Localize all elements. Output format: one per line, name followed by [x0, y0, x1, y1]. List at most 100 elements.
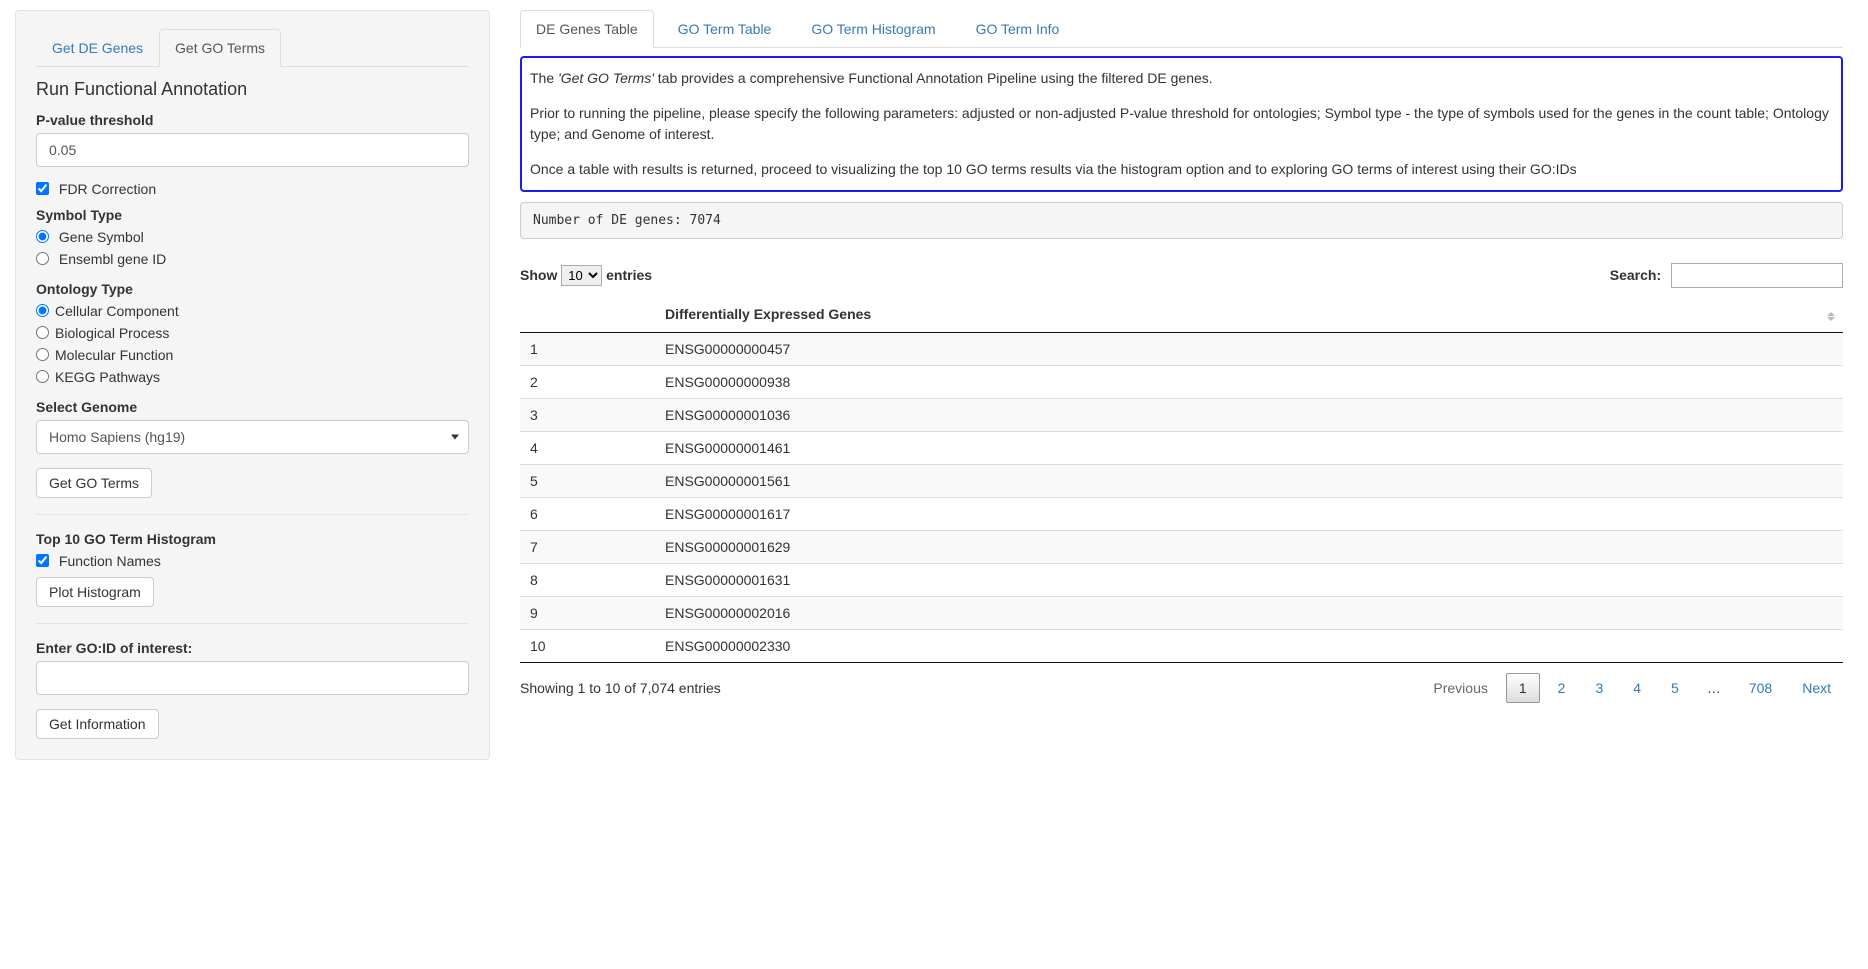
paginate-page-4[interactable]: 4: [1621, 674, 1653, 702]
symbol-gene-text: Gene Symbol: [59, 229, 144, 245]
ontology-kegg-text: KEGG Pathways: [55, 369, 160, 385]
symbol-ensembl-text: Ensembl gene ID: [59, 251, 166, 267]
get-information-button[interactable]: Get Information: [36, 709, 159, 739]
paginate-page-1[interactable]: 1: [1506, 673, 1540, 703]
function-names-text: Function Names: [59, 553, 161, 569]
tab-get-de-genes[interactable]: Get DE Genes: [36, 29, 159, 67]
length-prefix: Show: [520, 267, 561, 283]
goid-label: Enter GO:ID of interest:: [36, 640, 469, 656]
goid-input[interactable]: [36, 661, 469, 695]
info-text-italic: 'Get GO Terms': [558, 70, 654, 86]
row-index: 6: [520, 498, 655, 531]
table-length-control: Show 10 entries: [520, 265, 652, 286]
pvalue-input[interactable]: [36, 133, 469, 167]
info-text: tab provides a comprehensive Functional …: [654, 70, 1213, 86]
paginate-previous[interactable]: Previous: [1421, 674, 1499, 702]
col-de-genes[interactable]: Differentially Expressed Genes: [655, 296, 1843, 333]
paginate-page-3[interactable]: 3: [1583, 674, 1615, 702]
table-row: 9ENSG00000002016: [520, 597, 1843, 630]
table-info: Showing 1 to 10 of 7,074 entries: [520, 680, 721, 696]
ontology-kegg-label[interactable]: KEGG Pathways: [36, 369, 469, 385]
plot-histogram-button[interactable]: Plot Histogram: [36, 577, 154, 607]
tab-go-term-table[interactable]: GO Term Table: [662, 10, 788, 48]
function-names-checkbox[interactable]: [36, 554, 49, 567]
table-row: 2ENSG00000000938: [520, 366, 1843, 399]
row-index: 5: [520, 465, 655, 498]
table-row: 6ENSG00000001617: [520, 498, 1843, 531]
symbol-ensembl-radio-label[interactable]: Ensembl gene ID: [36, 251, 469, 267]
table-row: 10ENSG00000002330: [520, 630, 1843, 663]
info-text: Once a table with results is returned, p…: [530, 159, 1833, 180]
table-row: 4ENSG00000001461: [520, 432, 1843, 465]
ontology-mf-label[interactable]: Molecular Function: [36, 347, 469, 363]
main-panel: DE Genes Table GO Term Table GO Term His…: [510, 10, 1853, 760]
tab-go-term-info[interactable]: GO Term Info: [960, 10, 1076, 48]
ontology-cc-label[interactable]: Cellular Component: [36, 303, 469, 319]
ontology-label: Ontology Type: [36, 281, 469, 297]
ontology-bp-text: Biological Process: [55, 325, 169, 341]
tab-go-term-histogram[interactable]: GO Term Histogram: [795, 10, 951, 48]
pagination: Previous 1 2 3 4 5 … 708 Next: [1421, 673, 1843, 703]
genome-label: Select Genome: [36, 399, 469, 415]
paginate-page-2[interactable]: 2: [1546, 674, 1578, 702]
fdr-checkbox[interactable]: [36, 182, 49, 195]
table-row: 8ENSG00000001631: [520, 564, 1843, 597]
tab-de-genes-table[interactable]: DE Genes Table: [520, 10, 654, 48]
ontology-bp-radio[interactable]: [36, 326, 49, 339]
table-row: 3ENSG00000001036: [520, 399, 1843, 432]
length-select[interactable]: 10: [561, 265, 602, 286]
paginate-next[interactable]: Next: [1790, 674, 1843, 702]
row-index: 10: [520, 630, 655, 663]
table-row: 7ENSG00000001629: [520, 531, 1843, 564]
fdr-text: FDR Correction: [59, 181, 156, 197]
row-index: 8: [520, 564, 655, 597]
de-genes-table: Differentially Expressed Genes 1ENSG0000…: [520, 296, 1843, 663]
tab-get-go-terms[interactable]: Get GO Terms: [159, 29, 281, 67]
divider: [36, 623, 469, 624]
ontology-mf-text: Molecular Function: [55, 347, 173, 363]
ontology-kegg-radio[interactable]: [36, 370, 49, 383]
row-gene: ENSG00000001561: [655, 465, 1843, 498]
gene-count-output: Number of DE genes: 7074: [520, 202, 1843, 239]
row-gene: ENSG00000001461: [655, 432, 1843, 465]
symbol-gene-radio-label[interactable]: Gene Symbol: [36, 229, 469, 245]
ontology-mf-radio[interactable]: [36, 348, 49, 361]
paginate-page-5[interactable]: 5: [1659, 674, 1691, 702]
table-row: 1ENSG00000000457: [520, 333, 1843, 366]
main-tabs: DE Genes Table GO Term Table GO Term His…: [520, 10, 1843, 48]
fdr-checkbox-label[interactable]: FDR Correction: [36, 181, 156, 197]
row-index: 2: [520, 366, 655, 399]
row-index: 3: [520, 399, 655, 432]
search-input[interactable]: [1671, 263, 1843, 288]
paginate-page-last[interactable]: 708: [1737, 674, 1784, 702]
row-index: 9: [520, 597, 655, 630]
col-index[interactable]: [520, 296, 655, 333]
info-box: The 'Get GO Terms' tab provides a compre…: [520, 56, 1843, 192]
row-index: 7: [520, 531, 655, 564]
row-gene: ENSG00000002330: [655, 630, 1843, 663]
divider: [36, 514, 469, 515]
row-gene: ENSG00000001036: [655, 399, 1843, 432]
length-suffix: entries: [606, 267, 652, 283]
search-label: Search:: [1610, 267, 1661, 283]
info-text: The: [530, 70, 558, 86]
symbol-ensembl-radio[interactable]: [36, 252, 49, 265]
symbol-gene-radio[interactable]: [36, 230, 49, 243]
row-gene: ENSG00000001617: [655, 498, 1843, 531]
get-go-terms-button[interactable]: Get GO Terms: [36, 468, 152, 498]
genome-select[interactable]: Homo Sapiens (hg19): [36, 420, 469, 454]
ontology-bp-label[interactable]: Biological Process: [36, 325, 469, 341]
function-names-checkbox-label[interactable]: Function Names: [36, 553, 161, 569]
table-search-control: Search:: [1610, 263, 1843, 288]
sidebar-tabs: Get DE Genes Get GO Terms: [36, 29, 469, 67]
panel-title: Run Functional Annotation: [36, 79, 469, 100]
sidebar-panel: Get DE Genes Get GO Terms Run Functional…: [15, 10, 490, 760]
histogram-title: Top 10 GO Term Histogram: [36, 531, 469, 547]
row-index: 4: [520, 432, 655, 465]
table-row: 5ENSG00000001561: [520, 465, 1843, 498]
row-gene: ENSG00000002016: [655, 597, 1843, 630]
row-gene: ENSG00000000457: [655, 333, 1843, 366]
row-gene: ENSG00000000938: [655, 366, 1843, 399]
row-index: 1: [520, 333, 655, 366]
ontology-cc-radio[interactable]: [36, 304, 49, 317]
